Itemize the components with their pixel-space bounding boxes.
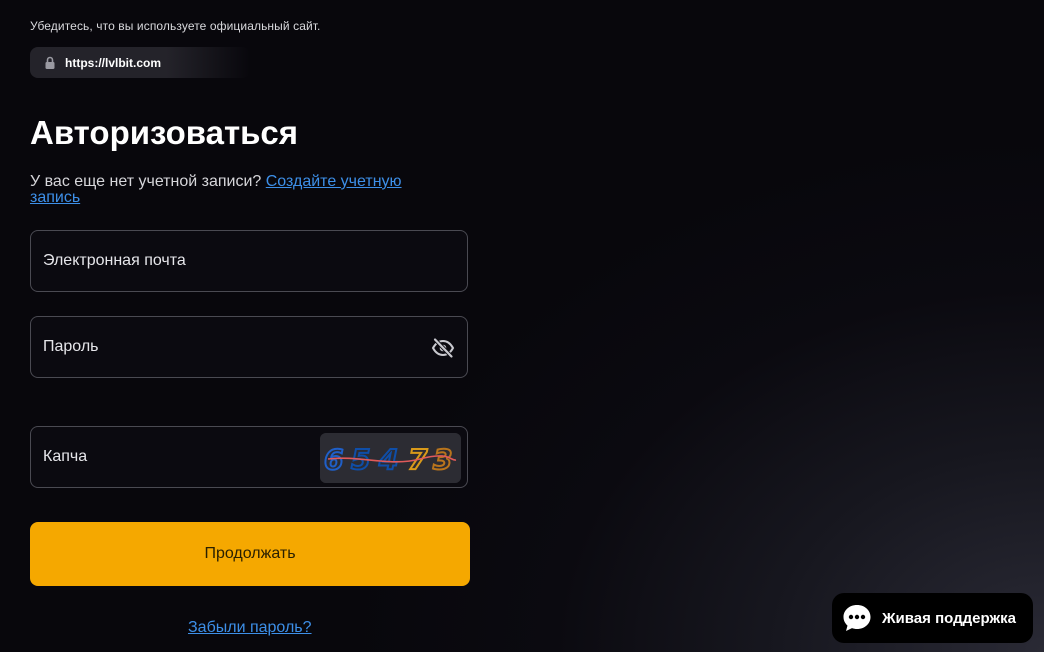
signup-prompt-text: У вас еще нет учетной записи?: [30, 173, 262, 190]
captcha-image: 6 5 4 7 3: [320, 433, 461, 483]
password-field[interactable]: Пароль: [30, 316, 468, 378]
email-field-label: Электронная почта: [43, 252, 186, 269]
page-title: Авторизоваться: [30, 114, 299, 151]
official-url-badge: https://lvlbit.com: [30, 47, 250, 78]
lock-icon: [45, 56, 55, 69]
official-url: https://lvlbit.com: [65, 55, 161, 70]
svg-text:4: 4: [378, 443, 398, 476]
captcha-field[interactable]: Капча 6 5 4 7 3: [30, 426, 468, 488]
continue-button[interactable]: Продолжать: [30, 522, 470, 586]
live-support-label: Живая поддержка: [882, 609, 1016, 627]
email-field[interactable]: Электронная почта: [30, 230, 468, 292]
forgot-password-link[interactable]: Забыли пароль?: [188, 619, 312, 637]
chat-bubble-icon: [843, 605, 871, 631]
svg-text:3: 3: [433, 443, 452, 476]
security-notice: Убедитесь, что вы используете официальны…: [30, 19, 321, 33]
password-field-label: Пароль: [43, 338, 99, 355]
eye-slash-icon[interactable]: [431, 336, 455, 360]
svg-text:6: 6: [324, 443, 343, 476]
live-support-button[interactable]: Живая поддержка: [832, 593, 1033, 643]
signup-prompt: У вас еще нет учетной записи? Создайте у…: [30, 174, 450, 206]
captcha-field-label: Капча: [43, 448, 88, 465]
